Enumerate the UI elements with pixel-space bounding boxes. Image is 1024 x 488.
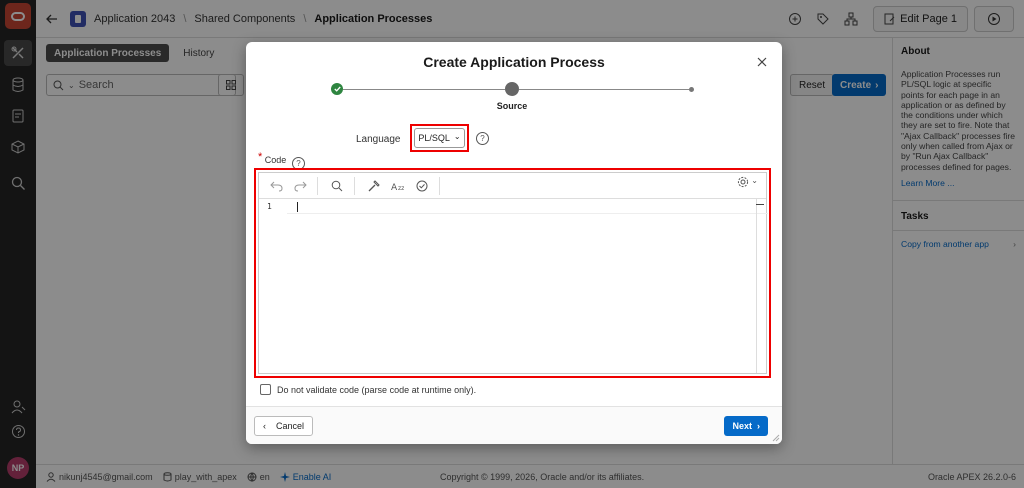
chevron-down-icon: ⌄ bbox=[453, 131, 461, 141]
editor-gutter: 1 bbox=[259, 199, 287, 373]
chevron-down-icon: ⌄ bbox=[751, 175, 758, 185]
editor-toolbar: Azz ⌄ bbox=[259, 173, 766, 199]
toolbar-separator bbox=[317, 176, 318, 195]
redo-icon[interactable] bbox=[289, 175, 311, 197]
cancel-label: Cancel bbox=[276, 421, 305, 431]
dialog-footer: ‹ Cancel Next › bbox=[246, 406, 782, 444]
language-value: PL/SQL bbox=[418, 133, 450, 143]
language-select[interactable]: PL/SQL ⌄ bbox=[414, 128, 465, 148]
stepper-line bbox=[519, 89, 689, 90]
do-not-validate-checkbox[interactable] bbox=[260, 384, 271, 395]
step-complete-checkmark-icon bbox=[331, 83, 343, 95]
create-process-dialog: Create Application Process Source Langua… bbox=[246, 42, 782, 444]
code-field-label: * Code bbox=[258, 151, 287, 166]
next-button[interactable]: Next › bbox=[724, 416, 768, 436]
validate-option[interactable]: Do not validate code (parse code at runt… bbox=[260, 384, 476, 395]
language-label: Language bbox=[356, 134, 401, 145]
toolbar-separator bbox=[439, 176, 440, 195]
step-pending bbox=[689, 87, 694, 92]
svg-text:A: A bbox=[391, 183, 398, 192]
validate-icon[interactable] bbox=[411, 175, 433, 197]
line-number: 1 bbox=[267, 202, 272, 211]
language-help-icon[interactable]: ? bbox=[476, 132, 489, 145]
gear-icon bbox=[738, 176, 749, 188]
svg-text:zz: zz bbox=[398, 185, 404, 192]
next-label: Next bbox=[732, 421, 752, 431]
format-code-icon[interactable]: Azz bbox=[387, 175, 409, 197]
chevron-right-icon: › bbox=[757, 421, 760, 431]
code-label-text: Code bbox=[264, 155, 287, 165]
close-icon[interactable] bbox=[754, 54, 770, 70]
chevron-left-icon: ‹ bbox=[263, 421, 266, 431]
required-asterisk: * bbox=[258, 151, 263, 163]
stepper-line bbox=[343, 89, 505, 90]
undo-icon[interactable] bbox=[265, 175, 287, 197]
text-cursor bbox=[297, 202, 298, 212]
cancel-button[interactable]: ‹ Cancel bbox=[254, 416, 314, 436]
resize-grip-icon[interactable] bbox=[772, 434, 780, 442]
code-editor[interactable]: Azz ⌄ 1 bbox=[258, 172, 768, 374]
editor-settings-button[interactable]: ⌄ bbox=[737, 176, 758, 188]
hammer-icon[interactable] bbox=[363, 175, 385, 197]
toolbar-separator bbox=[354, 176, 355, 195]
active-line-divider bbox=[287, 213, 768, 214]
editor-scrollbar[interactable] bbox=[756, 199, 766, 373]
dialog-title: Create Application Process bbox=[423, 54, 605, 70]
find-icon[interactable] bbox=[326, 175, 348, 197]
do-not-validate-label[interactable]: Do not validate code (parse code at runt… bbox=[277, 385, 476, 395]
step-current bbox=[505, 82, 519, 96]
scroll-marker bbox=[756, 204, 764, 205]
step-label-source: Source bbox=[496, 101, 528, 111]
